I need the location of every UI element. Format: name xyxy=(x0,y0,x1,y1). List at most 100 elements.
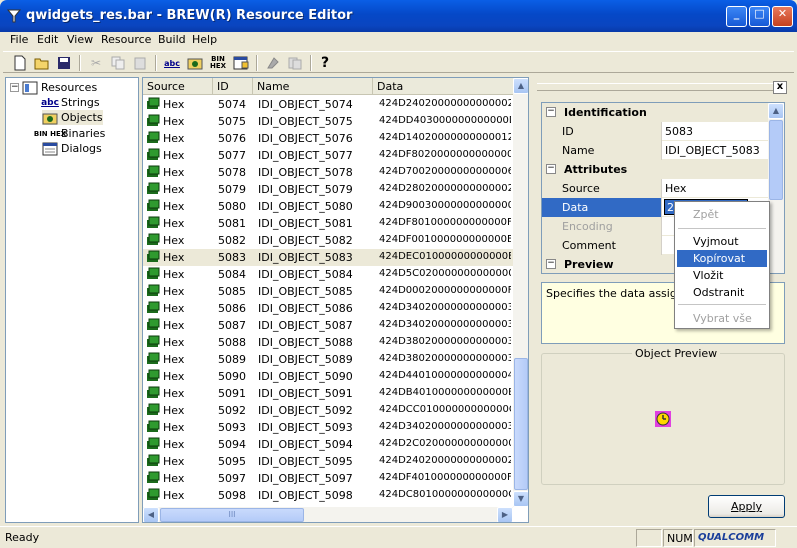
object-icon xyxy=(147,199,160,211)
tree-root-resources[interactable]: − Resources xyxy=(10,80,97,95)
table-row[interactable]: Hex 5087 IDI_OBJECT_5087 424D34020000000000… xyxy=(143,317,513,334)
cell-data: 424D9003000000000000008E( xyxy=(379,200,511,211)
table-row[interactable]: Hex 5076 IDI_OBJECT_5076 424D14020000000000… xyxy=(143,130,513,147)
cell-id: 5091 xyxy=(218,387,246,400)
property-value[interactable]: Hex xyxy=(663,179,768,198)
table-row[interactable]: Hex 5086 IDI_OBJECT_5086 424D34020000000000… xyxy=(143,300,513,317)
scroll-left-button[interactable]: ◀ xyxy=(143,507,159,522)
column-id[interactable]: ID xyxy=(213,78,253,95)
column-source[interactable]: Source xyxy=(143,78,213,95)
maximize-button[interactable]: □ xyxy=(749,6,770,27)
scroll-down-button[interactable]: ▼ xyxy=(513,491,528,507)
close-button[interactable]: ✕ xyxy=(772,6,793,27)
collapse-toggle-icon[interactable]: − xyxy=(10,83,19,92)
tree-item-dialogs[interactable]: Dialogs xyxy=(42,141,102,156)
open-folder-icon[interactable] xyxy=(33,54,51,72)
object-preview-label: Object Preview xyxy=(632,347,721,360)
title-bar[interactable]: qwidgets_res.bar - BREW(R) Resource Edit… xyxy=(0,0,797,32)
menu-build[interactable]: Build xyxy=(155,33,189,46)
collapse-toggle-icon[interactable]: − xyxy=(546,164,556,174)
menu-help[interactable]: Help xyxy=(189,33,220,46)
property-id[interactable]: ID 5083 xyxy=(542,122,768,141)
menu-item-copy[interactable]: Kopírovat xyxy=(677,250,767,267)
category-identification[interactable]: − Identification xyxy=(542,103,768,122)
scroll-up-button[interactable]: ▲ xyxy=(513,78,528,94)
add-dialog-icon[interactable] xyxy=(232,54,250,72)
cell-source: Hex xyxy=(163,438,185,451)
tree-item-strings[interactable]: abc Strings xyxy=(41,95,99,110)
table-row[interactable]: Hex 5082 IDI_OBJECT_5082 424DF0010000000000… xyxy=(143,232,513,249)
menu-view[interactable]: View xyxy=(64,33,96,46)
objects-list[interactable]: Source ID Name Data Hex 5074 IDI_OBJECT_50… xyxy=(142,77,529,523)
build-all-icon[interactable] xyxy=(286,54,304,72)
collapse-toggle-icon[interactable]: − xyxy=(546,259,556,269)
add-object-icon[interactable] xyxy=(186,54,204,72)
menu-item-select-all[interactable]: Vybrat vše xyxy=(677,310,767,327)
scroll-up-button[interactable]: ▲ xyxy=(768,103,784,119)
add-string-icon[interactable]: abc xyxy=(163,54,181,72)
build-icon[interactable] xyxy=(264,54,282,72)
table-row[interactable]: Hex 5097 IDI_OBJECT_5097 424DF4010000000000… xyxy=(143,470,513,487)
paste-icon[interactable] xyxy=(131,54,149,72)
cell-data: 424D2402000000000000220 xyxy=(379,455,511,466)
table-row[interactable]: Hex 5095 IDI_OBJECT_5095 424D24020000000000… xyxy=(143,453,513,470)
table-row[interactable]: Hex 5094 IDI_OBJECT_5094 424D2C020000000000… xyxy=(143,436,513,453)
table-row[interactable]: Hex 5077 IDI_OBJECT_5077 424DF8020000000000… xyxy=(143,147,513,164)
table-row[interactable]: Hex 5093 IDI_OBJECT_5093 424D34020000000000… xyxy=(143,419,513,436)
table-row[interactable]: Hex 5083 IDI_OBJECT_5083 424DEC010000000000… xyxy=(143,249,513,266)
pane-gripper[interactable] xyxy=(537,83,777,91)
vertical-scroll-thumb[interactable] xyxy=(514,358,528,490)
pane-close-icon[interactable]: x xyxy=(773,81,787,94)
resource-tree[interactable]: − Resources abc Strings Objects BIN HEX … xyxy=(5,77,139,523)
help-icon[interactable]: ? xyxy=(316,54,334,72)
property-value[interactable]: 5083 xyxy=(663,122,768,141)
table-row[interactable]: Hex 5089 IDI_OBJECT_5089 424D38020000000000… xyxy=(143,351,513,368)
new-file-icon[interactable] xyxy=(11,54,29,72)
column-data[interactable]: Data xyxy=(373,78,513,95)
table-row[interactable]: Hex 5088 IDI_OBJECT_5088 424D38020000000000… xyxy=(143,334,513,351)
minimize-button[interactable]: _ xyxy=(726,6,747,27)
menu-item-delete[interactable]: Odstranit xyxy=(677,284,767,301)
table-row[interactable]: Hex 5098 IDI_OBJECT_5098 424DC8010000000000… xyxy=(143,487,513,504)
cell-source: Hex xyxy=(163,234,185,247)
add-binary-icon[interactable]: BIN HEX xyxy=(209,54,227,72)
table-row[interactable]: Hex 5085 IDI_OBJECT_5085 424D00020000000000… xyxy=(143,283,513,300)
apply-button[interactable]: Apply xyxy=(708,495,785,518)
cell-source: Hex xyxy=(163,421,185,434)
cut-icon[interactable]: ✂ xyxy=(87,54,105,72)
property-value[interactable]: IDI_OBJECT_5083 xyxy=(663,141,768,160)
table-row[interactable]: Hex 5090 IDI_OBJECT_5090 424D44010000000000… xyxy=(143,368,513,385)
column-name[interactable]: Name xyxy=(253,78,373,95)
table-row[interactable]: Hex 5092 IDI_OBJECT_5092 424DCC010000000000… xyxy=(143,402,513,419)
tree-item-objects[interactable]: Objects xyxy=(42,110,103,125)
menu-edit[interactable]: Edit xyxy=(34,33,61,46)
property-source[interactable]: Source Hex xyxy=(542,179,768,198)
copy-icon[interactable] xyxy=(109,54,127,72)
category-attributes[interactable]: − Attributes xyxy=(542,160,768,179)
object-icon xyxy=(147,97,160,109)
horizontal-scrollbar[interactable]: ◀ III ▶ xyxy=(143,507,513,522)
table-row[interactable]: Hex 5080 IDI_OBJECT_5080 424D90030000000000… xyxy=(143,198,513,215)
table-row[interactable]: Hex 5079 IDI_OBJECT_5079 424D28020000000000… xyxy=(143,181,513,198)
save-icon[interactable] xyxy=(55,54,73,72)
table-row[interactable]: Hex 5075 IDI_OBJECT_5075 424DD4030000000000… xyxy=(143,113,513,130)
horizontal-scroll-thumb[interactable]: III xyxy=(160,508,304,522)
menu-item-undo[interactable]: Zpět xyxy=(677,206,767,223)
property-name-row[interactable]: Name IDI_OBJECT_5083 xyxy=(542,141,768,160)
table-row[interactable]: Hex 5091 IDI_OBJECT_5091 424DB4010000000000… xyxy=(143,385,513,402)
cell-name: IDI_OBJECT_5089 xyxy=(258,353,353,366)
menu-file[interactable]: File xyxy=(7,33,31,46)
table-row[interactable]: Hex 5084 IDI_OBJECT_5084 424D5C020000000000… xyxy=(143,266,513,283)
collapse-toggle-icon[interactable]: − xyxy=(546,107,556,117)
table-row[interactable]: Hex 5074 IDI_OBJECT_5074 424D24020000000000… xyxy=(143,96,513,113)
scroll-right-button[interactable]: ▶ xyxy=(497,507,513,522)
menu-resource[interactable]: Resource xyxy=(98,33,154,46)
tree-item-binaries[interactable]: BIN HEX Binaries xyxy=(34,126,106,141)
property-scrollbar[interactable]: ▲ xyxy=(768,103,784,273)
vertical-scrollbar[interactable]: ▲ ▼ xyxy=(513,78,528,507)
table-row[interactable]: Hex 5078 IDI_OBJECT_5078 424D70020000000000… xyxy=(143,164,513,181)
table-row[interactable]: Hex 5081 IDI_OBJECT_5081 424DF8010000000000… xyxy=(143,215,513,232)
menu-item-paste[interactable]: Vložit xyxy=(677,267,767,284)
menu-item-cut[interactable]: Vyjmout xyxy=(677,233,767,250)
property-scroll-thumb[interactable] xyxy=(769,120,783,200)
